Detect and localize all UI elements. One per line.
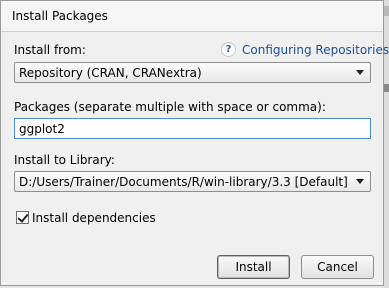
help-icon[interactable]: ? xyxy=(221,42,236,57)
dialog-titlebar[interactable]: Install Packages xyxy=(1,1,383,32)
install-from-value: Repository (CRAN, CRANextra) xyxy=(19,66,202,80)
library-value: D:/Users/Trainer/Documents/R/win-library… xyxy=(19,175,348,189)
install-from-label: Install from: xyxy=(14,43,86,57)
configuring-repositories-link[interactable]: Configuring Repositories xyxy=(242,43,389,57)
chevron-down-icon xyxy=(356,70,364,75)
checkmark-icon xyxy=(17,211,29,223)
cancel-button[interactable]: Cancel xyxy=(301,255,374,279)
dialog-title: Install Packages xyxy=(12,9,108,23)
install-packages-dialog: Install Packages Install from: ? Configu… xyxy=(0,0,389,286)
library-select[interactable]: D:/Users/Trainer/Documents/R/win-library… xyxy=(14,171,371,192)
install-button[interactable]: Install xyxy=(217,255,290,279)
install-dependencies-checkbox[interactable] xyxy=(16,211,29,224)
install-to-library-label: Install to Library: xyxy=(14,153,115,167)
packages-input[interactable] xyxy=(14,118,371,139)
chevron-down-icon xyxy=(356,179,364,184)
background-edge-mark xyxy=(384,6,389,16)
packages-label: Packages (separate multiple with space o… xyxy=(14,100,326,114)
install-dependencies-label[interactable]: Install dependencies xyxy=(32,211,156,225)
install-from-select[interactable]: Repository (CRAN, CRANextra) xyxy=(14,62,371,83)
background-edge-mark xyxy=(384,84,389,92)
